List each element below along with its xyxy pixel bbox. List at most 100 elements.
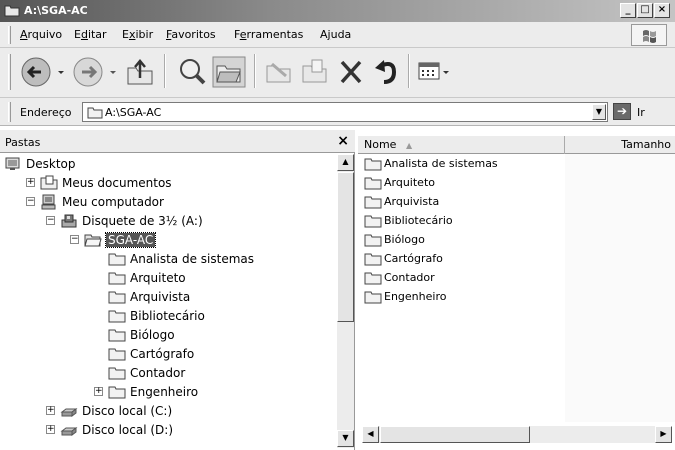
folder-icon	[364, 291, 382, 304]
back-button[interactable]	[20, 56, 68, 88]
folder-icon	[108, 367, 126, 380]
close-folders-pane-button[interactable]: ×	[337, 133, 349, 149]
collapse-icon[interactable]: −	[46, 216, 55, 225]
hard-drive-icon	[60, 408, 78, 417]
tree-item[interactable]: Biólogo	[0, 326, 337, 345]
toolbar-separator	[164, 54, 166, 88]
standard-toolbar	[0, 48, 675, 98]
expand-icon[interactable]: +	[26, 178, 35, 187]
tree-item-label: Meus documentos	[62, 176, 172, 190]
scroll-up-button[interactable]: ▲	[337, 154, 354, 171]
move-to-folder-icon	[266, 62, 291, 83]
tree-item[interactable]: − Disquete de 3½ (A:)	[0, 212, 337, 231]
window-title: A:\SGA-AC	[24, 4, 88, 17]
address-label: Endereço	[20, 106, 72, 119]
folder-icon	[108, 291, 126, 304]
move-to-button[interactable]	[264, 56, 294, 88]
expand-icon[interactable]: +	[46, 406, 55, 415]
collapse-icon[interactable]: −	[26, 197, 35, 206]
tree-item[interactable]: − SGA-AC	[0, 231, 337, 250]
tree-item-label: Biólogo	[130, 328, 175, 342]
address-input[interactable]: A:\SGA-AC ▼	[82, 102, 608, 122]
scroll-right-button[interactable]: ▶	[655, 426, 672, 443]
maximize-button[interactable]: □	[637, 3, 653, 18]
menu-arquivo[interactable]: Arquivo	[20, 28, 62, 41]
go-arrow-icon: ➔	[613, 103, 631, 120]
content-horizontal-scrollbar[interactable]: ◀ ▶	[362, 426, 672, 443]
expand-icon[interactable]: +	[94, 387, 103, 396]
folder-icon	[364, 253, 382, 266]
menu-exibir[interactable]: Exibir	[122, 28, 153, 41]
tree-item[interactable]: Desktop	[0, 155, 337, 174]
file-list-item[interactable]: Arquivista	[364, 193, 564, 212]
folder-open-icon	[84, 234, 102, 247]
menu-ferramentas[interactable]: Ferramentas	[234, 28, 303, 41]
tree-item[interactable]: + Engenheiro	[0, 383, 337, 402]
file-list-item-label: Arquiteto	[384, 176, 435, 189]
column-headers: Nome ▲ Tamanho	[358, 136, 675, 154]
tree-vertical-scrollbar[interactable]: ▲ ▼	[337, 154, 354, 448]
file-list-item[interactable]: Analista de sistemas	[364, 155, 564, 174]
delete-button[interactable]	[336, 56, 366, 88]
file-list-item-label: Cartógrafo	[384, 252, 443, 265]
address-grip	[8, 102, 11, 122]
file-list-item-label: Biólogo	[384, 233, 425, 246]
tree-item[interactable]: Analista de sistemas	[0, 250, 337, 269]
column-header-nome[interactable]: Nome ▲	[358, 136, 565, 154]
tree-item[interactable]: + Disco local (D:)	[0, 421, 337, 440]
tree-item[interactable]: Contador	[0, 364, 337, 383]
menu-bar: Arquivo Editar Exibir Favoritos Ferramen…	[0, 22, 675, 48]
search-icon	[180, 59, 206, 85]
tree-item[interactable]: + Disco local (C:)	[0, 402, 337, 421]
file-list-item[interactable]: Cartógrafo	[364, 250, 564, 269]
file-list-item[interactable]: Contador	[364, 269, 564, 288]
tree-item[interactable]: Bibliotecário	[0, 307, 337, 326]
copy-to-button[interactable]	[300, 56, 330, 88]
horizontal-scroll-thumb[interactable]	[380, 426, 530, 443]
folders-button[interactable]	[212, 56, 246, 88]
forward-button[interactable]	[72, 56, 120, 88]
scroll-thumb[interactable]	[337, 172, 354, 322]
folder-icon	[108, 253, 126, 266]
column-header-tamanho[interactable]: Tamanho	[565, 136, 675, 154]
folder-icon	[364, 196, 382, 209]
menu-editar[interactable]: Editar	[74, 28, 107, 41]
close-button[interactable]: ×	[654, 3, 670, 18]
undo-button[interactable]	[372, 56, 402, 88]
address-bar: Endereço A:\SGA-AC ▼ ➔ Ir	[0, 98, 675, 126]
file-list-item[interactable]: Bibliotecário	[364, 212, 564, 231]
tree-item[interactable]: − Meu computador	[0, 193, 337, 212]
address-dropdown-button[interactable]: ▼	[592, 104, 606, 120]
folder-icon	[108, 329, 126, 342]
folder-icon	[108, 272, 126, 285]
file-list-item[interactable]: Biólogo	[364, 231, 564, 250]
toolbar-separator	[254, 54, 256, 88]
file-list-item-label: Engenheiro	[384, 290, 447, 303]
folder-icon	[364, 215, 382, 228]
undo-icon	[375, 60, 397, 84]
file-list-item[interactable]: Arquiteto	[364, 174, 564, 193]
scroll-down-button[interactable]: ▼	[337, 430, 354, 447]
tree-item[interactable]: Cartógrafo	[0, 345, 337, 364]
folder-icon	[108, 386, 126, 399]
folder-icon	[364, 158, 382, 171]
tree-item[interactable]: Arquivista	[0, 288, 337, 307]
tree-item[interactable]: + Meus documentos	[0, 174, 337, 193]
tree-item-label: Bibliotecário	[130, 309, 205, 323]
minimize-button[interactable]: _	[620, 3, 636, 18]
collapse-icon[interactable]: −	[70, 235, 79, 244]
views-button[interactable]	[416, 56, 452, 88]
scroll-left-button[interactable]: ◀	[362, 426, 379, 443]
go-button[interactable]: ➔ Ir	[613, 103, 669, 121]
menu-favoritos[interactable]: Favoritos	[166, 28, 216, 41]
menu-ajuda[interactable]: Ajuda	[320, 28, 351, 41]
search-button[interactable]	[176, 56, 208, 88]
tree-item-label: Desktop	[26, 157, 76, 171]
expand-icon[interactable]: +	[46, 425, 55, 434]
file-list-item[interactable]: Engenheiro	[364, 288, 564, 307]
tree-item-label: Analista de sistemas	[130, 252, 254, 266]
back-arrow-icon	[21, 57, 51, 87]
tree-item[interactable]: Arquiteto	[0, 269, 337, 288]
up-folder-button[interactable]	[124, 56, 156, 88]
tree-item-label: Contador	[130, 366, 186, 380]
